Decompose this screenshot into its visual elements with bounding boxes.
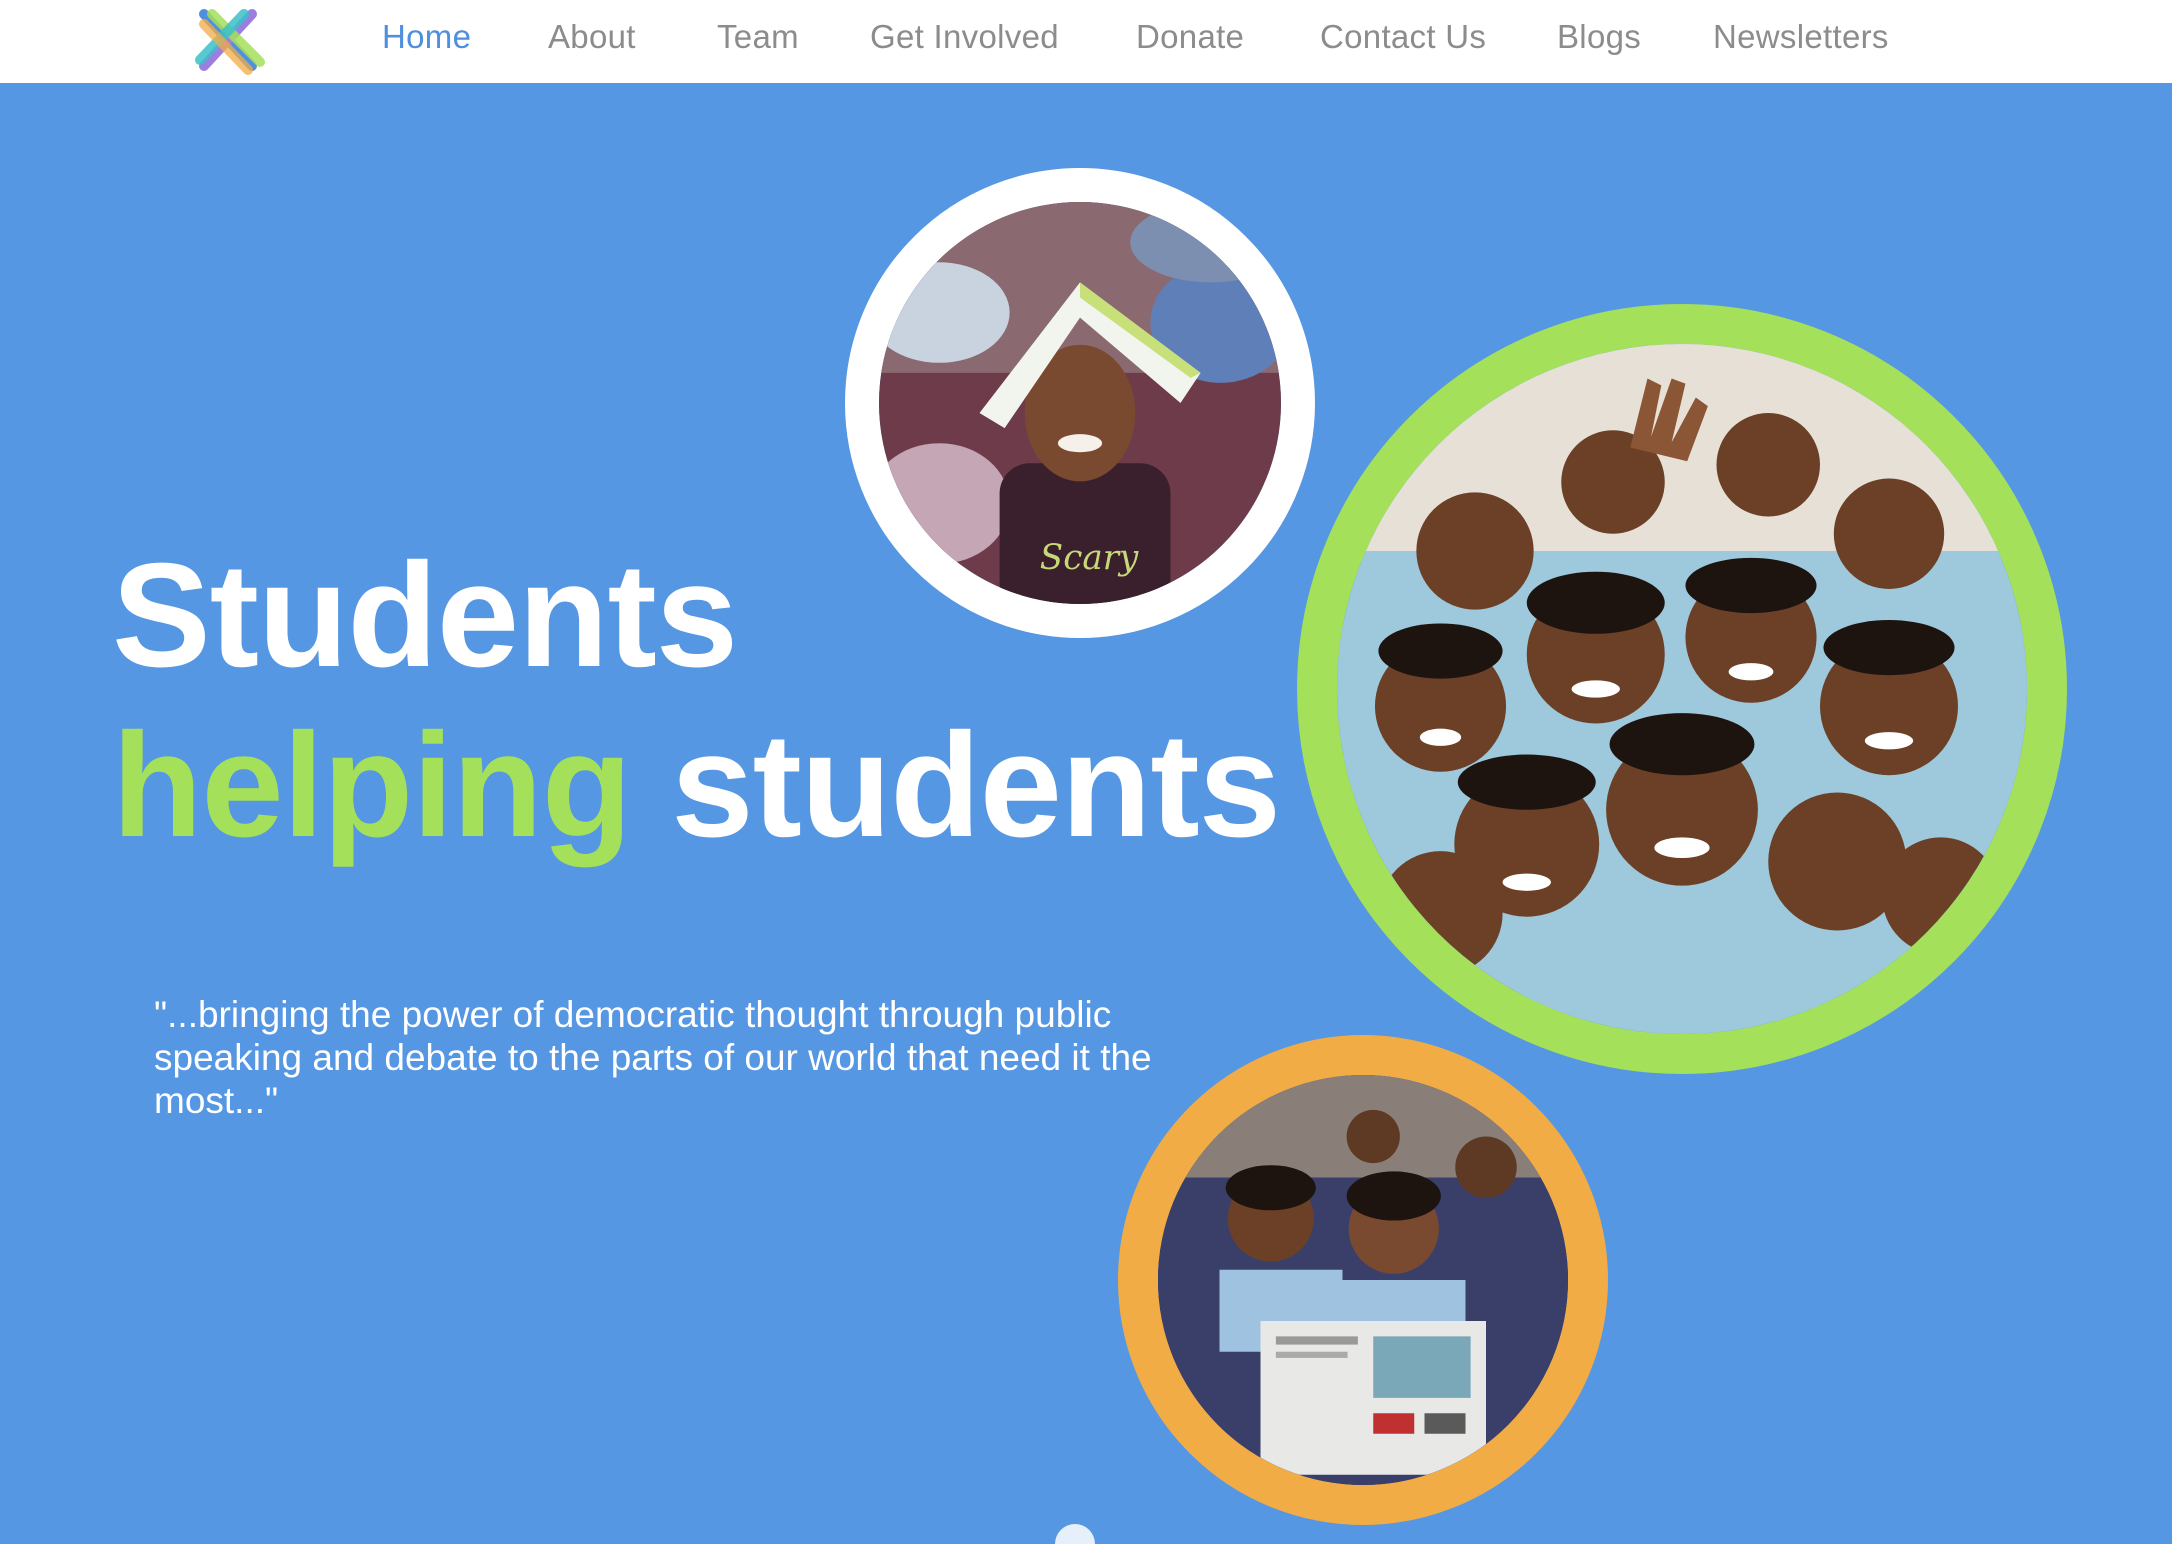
nav-item-contact-us[interactable]: Contact Us	[1320, 18, 1486, 56]
scroll-down-indicator[interactable]	[1055, 1524, 1095, 1544]
group-of-smiling-students-photo	[1297, 304, 2067, 1074]
boy-with-book-on-head-photo: Scary	[845, 168, 1315, 638]
nav-item-donate[interactable]: Donate	[1136, 18, 1244, 56]
top-navigation-bar: Home About Team Get Involved Donate Cont…	[0, 0, 2172, 83]
hero-headline-line2: helping students	[112, 712, 1281, 860]
nav-item-blogs[interactable]: Blogs	[1557, 18, 1641, 56]
multicolor-x-logo-icon[interactable]	[190, 4, 266, 76]
nav-item-home[interactable]: Home	[382, 18, 471, 56]
hero-headline-line1: Students	[112, 533, 738, 698]
hero-headline-accent: helping	[112, 703, 632, 868]
nav-item-newsletters[interactable]: Newsletters	[1713, 18, 1889, 56]
nav-item-about[interactable]: About	[548, 18, 636, 56]
svg-text:Scary: Scary	[1040, 538, 1139, 578]
hero-headline-rest: students	[631, 703, 1281, 868]
girls-reading-newspaper-photo	[1118, 1035, 1608, 1525]
mission-quote: "...bringing the power of democratic tho…	[154, 994, 1152, 1121]
nav-item-get-involved[interactable]: Get Involved	[870, 18, 1059, 56]
nav-item-team[interactable]: Team	[717, 18, 799, 56]
